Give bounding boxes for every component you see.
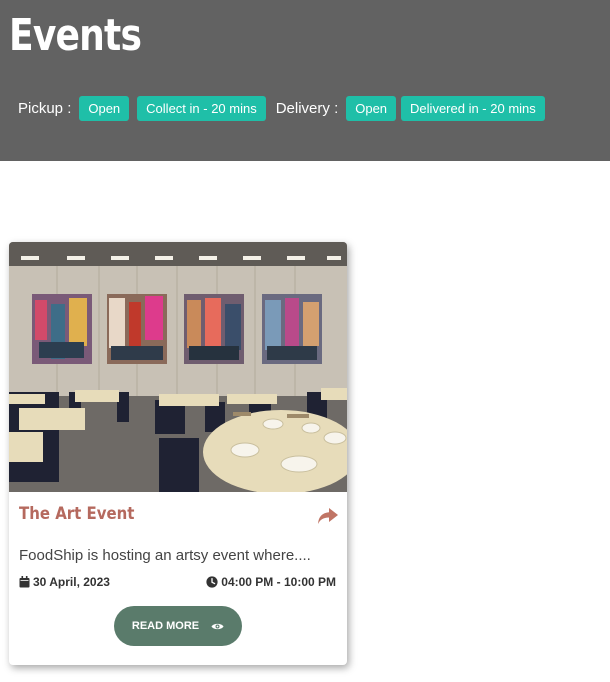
event-time-text: 04:00 PM - 10:00 PM: [221, 575, 336, 589]
read-more-button[interactable]: READ MORE: [114, 606, 242, 646]
read-more-label: READ MORE: [131, 620, 200, 632]
delivery-time-badge: Delivered in - 20 mins: [401, 96, 545, 121]
pickup-label: Pickup :: [18, 100, 72, 117]
event-time: 04:00 PM - 10:00 PM: [206, 575, 336, 589]
service-status-row: Pickup : Open Collect in - 20 mins Deliv…: [18, 96, 553, 121]
event-date-text: 30 April, 2023: [33, 575, 110, 589]
delivery-label: Delivery :: [275, 100, 339, 117]
pickup-time-badge: Collect in - 20 mins: [137, 96, 266, 121]
calendar-icon: [19, 576, 30, 588]
pickup-status-badge: Open: [79, 96, 130, 121]
page-header: Events Pickup : Open Collect in - 20 min…: [0, 0, 610, 161]
event-card: The Art Event FoodShip is hosting an art…: [9, 242, 347, 665]
event-title[interactable]: The Art Event: [19, 504, 134, 524]
event-description: FoodShip is hosting an artsy event where…: [19, 547, 311, 564]
share-icon[interactable]: [317, 506, 339, 526]
clock-icon: [206, 576, 218, 588]
event-image[interactable]: [9, 242, 347, 492]
eye-icon: [211, 623, 224, 629]
delivery-status-badge: Open: [346, 96, 397, 121]
page-title: Events: [9, 10, 142, 61]
event-date: 30 April, 2023: [19, 575, 110, 589]
